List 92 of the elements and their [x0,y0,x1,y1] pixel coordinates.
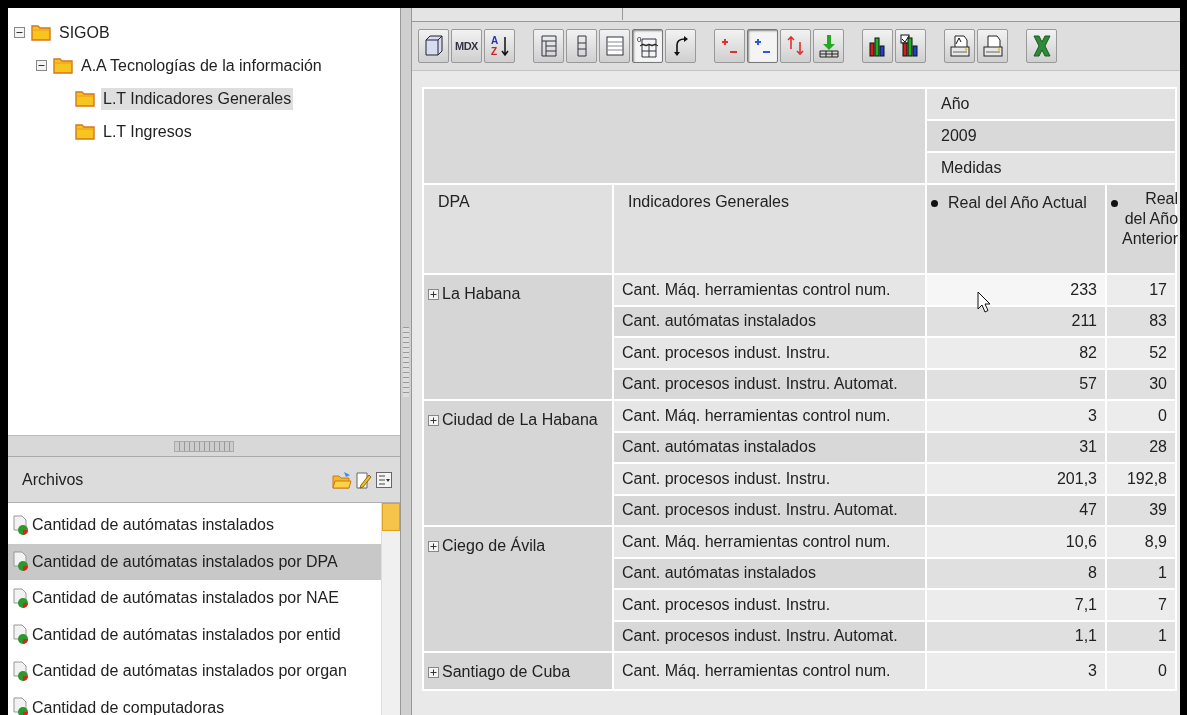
table-cell: 17 [1106,274,1176,306]
table-cell: 0 [1106,400,1176,432]
expand-icon[interactable] [428,288,439,300]
table-cell: 83 [1106,305,1176,337]
file-item[interactable]: Cantidad de autómatas instalados por entid [8,616,381,653]
row-label: Cant. procesos indust. Instru. Automat. [613,368,926,400]
table-cell: 10,6 [926,526,1106,558]
row-label: Cant. procesos indust. Instru. Automat. [613,620,926,652]
chart-icon[interactable] [862,29,893,63]
folder-icon [75,123,95,140]
table-cell: 7,1 [926,589,1106,621]
sort-icon[interactable]: A Z [484,29,515,63]
row-label: Cant. procesos indust. Instru. [613,589,926,621]
edit-icon[interactable] [355,470,373,489]
cursor-icon [977,291,991,313]
table-cell: 1 [1106,620,1176,652]
row-label: Cant. procesos indust. Instru. Automat. [613,494,926,526]
row-label: Cant. Máq. herramientas control num. [613,652,926,690]
row-header: La Habana [423,274,613,400]
column-header: Indicadores Generales [613,184,926,274]
column-header: Año [926,88,1176,120]
table-cell: 28 [1106,431,1176,463]
column-header: 2009 [926,120,1176,152]
table-cell: 52 [1106,337,1176,369]
folder-icon [31,24,51,41]
columns-icon[interactable] [566,29,597,63]
table-cell: 30 [1106,368,1176,400]
row-label: Cant. procesos indust. Instru. [613,337,926,369]
row-label: Cant. Máq. herramientas control num. [613,526,926,558]
file-item[interactable]: Cantidad de autómatas instalados por NAE [8,580,381,617]
cube-icon[interactable] [418,29,449,63]
print-setup-icon[interactable] [944,29,975,63]
table-cell: 47 [926,494,1106,526]
menu-icon[interactable] [376,471,392,488]
table-cell: 82 [926,337,1106,369]
tree-item[interactable]: L.T Indicadores Generales [101,87,294,110]
scroll-thumb[interactable] [382,503,400,531]
table-cell: 1,1 [926,620,1106,652]
column-header: DPA [423,184,613,274]
scrollbar[interactable] [381,503,400,715]
tree-icon[interactable] [533,29,564,63]
row-label: Cant. Máq. herramientas control num. [613,274,926,306]
row-label: Cant. Máq. herramientas control num. [613,400,926,432]
bullet-icon [1111,200,1118,207]
chart-edit-icon[interactable] [895,29,926,63]
swap-icon[interactable] [665,29,696,63]
folder-icon [53,57,73,74]
table-cell: 3 [926,652,1106,690]
print-icon[interactable] [977,29,1008,63]
table-cell: 8 [926,557,1106,589]
table-cell: 211 [926,305,1106,337]
column-header: Medidas [926,152,1176,184]
hide-empty-icon[interactable]: 0 [632,29,663,63]
row-label: Cant. autómatas instalados [613,305,926,337]
tree-item[interactable]: A.A Tecnologías de la información [79,54,324,77]
column-header: Real del Año Anterior [1106,184,1176,274]
expand-icon[interactable] [428,540,439,552]
tree-item[interactable]: SIGOB [57,21,112,44]
expand-icon[interactable] [428,666,439,678]
table-cell: 7 [1106,589,1176,621]
table-cell: 233 [926,274,1106,306]
table-cell: 3 [926,400,1106,432]
tree-item[interactable]: L.T Ingresos [101,120,194,143]
collapse-icon[interactable] [36,60,47,71]
table-cell: 39 [1106,494,1176,526]
row-header: Ciego de Ávila [423,526,613,652]
table-cell: 8,9 [1106,526,1176,558]
row-label: Cant. autómatas instalados [613,431,926,463]
folder-icon [75,90,95,107]
excel-icon[interactable] [1026,29,1057,63]
table-cell: 31 [926,431,1106,463]
file-item[interactable]: Cantidad de autómatas instalados [8,507,381,544]
table-cell: 0 [1106,652,1176,690]
table-cell: 192,8 [1106,463,1176,495]
panel-title: Archivos [22,470,84,489]
table-cell: 201,3 [926,463,1106,495]
mdx-button[interactable]: MDX [451,29,482,63]
table-icon[interactable] [599,29,630,63]
bullet-icon [931,200,938,207]
row-header: Santiago de Cuba [423,652,613,690]
expand-icon[interactable] [428,414,439,426]
column-header: Real del Año Actual [926,184,1106,274]
row-label: Cant. procesos indust. Instru. [613,463,926,495]
table-cell: 57 [926,368,1106,400]
file-item[interactable]: Cantidad de autómatas instalados por DPA [8,543,381,580]
collapse-icon[interactable] [14,27,25,38]
file-item[interactable]: Cantidad de autómatas instalados por organ [8,653,381,690]
grip-icon[interactable] [174,440,234,452]
row-label: Cant. autómatas instalados [613,557,926,589]
row-header: Ciudad de La Habana [423,400,613,526]
collapse-icon[interactable] [747,29,778,63]
table-cell: 1 [1106,557,1176,589]
